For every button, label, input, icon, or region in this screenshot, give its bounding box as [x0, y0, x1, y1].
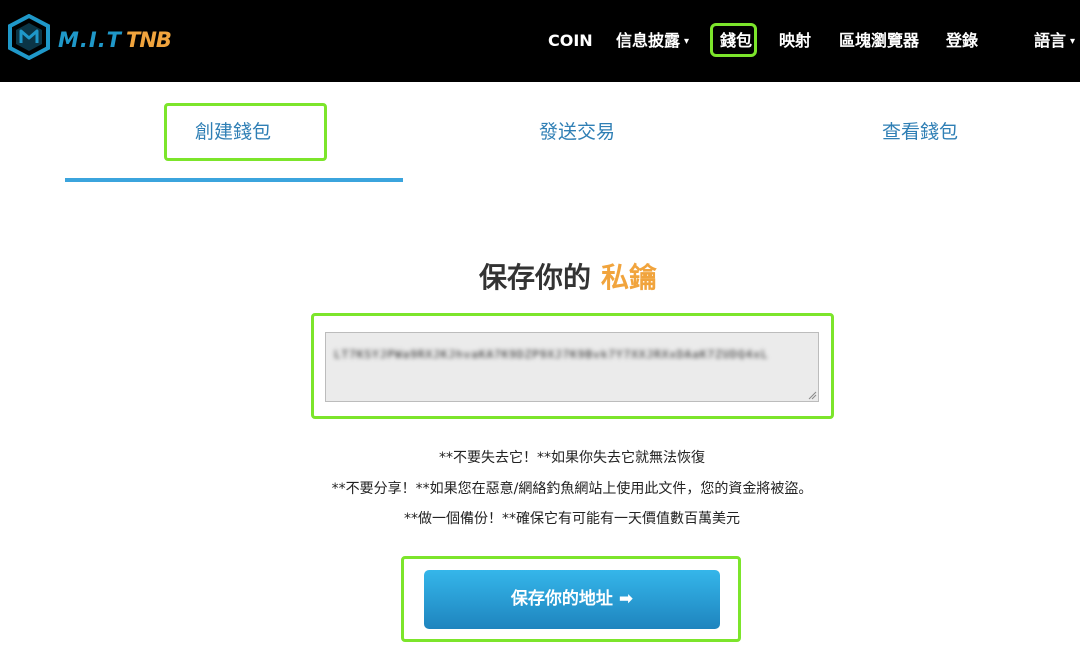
site-logo[interactable]: M.I.T TNB	[8, 14, 172, 66]
private-key-value: LT7KSYJPWa9RXJKJhvaKA7K9DZP9XJ7K9Bvk7Y7X…	[334, 348, 769, 361]
nav-wallet-label: 錢包	[720, 31, 753, 50]
nav-language[interactable]: 語言 ▾	[1034, 28, 1075, 54]
nav-disclosure-label: 信息披露	[616, 31, 681, 50]
logo-cube-icon	[8, 14, 50, 60]
tab-view-wallet[interactable]: 查看錢包	[882, 115, 958, 149]
top-nav-bar: M.I.T TNB COIN 信息披露 ▾ 錢包 映射 區塊瀏覽器 登錄 語言 ▾	[0, 0, 1080, 82]
logo-mit: M.I.T	[58, 28, 122, 52]
tab-create-wallet[interactable]: 創建錢包	[195, 115, 271, 149]
nav-block-explorer[interactable]: 區塊瀏覽器	[839, 28, 919, 54]
private-key-textarea[interactable]: LT7KSYJPWa9RXJKJhvaKA7K9DZP9XJ7K9Bvk7Y7X…	[325, 332, 819, 402]
logo-tnb: TNB	[126, 28, 172, 52]
save-address-button[interactable]: 保存你的地址 ➡	[424, 570, 720, 629]
nav-disclosure[interactable]: 信息披露 ▾	[616, 28, 689, 54]
nav-coin-label: COIN	[548, 31, 593, 50]
active-tab-underline	[65, 178, 403, 182]
resize-handle-icon[interactable]	[808, 391, 817, 400]
nav-mapping[interactable]: 映射	[779, 28, 811, 54]
nav-wallet[interactable]: 錢包	[720, 28, 752, 54]
warning-dont-lose: **不要失去它！**如果你失去它就無法恢復	[439, 450, 705, 466]
save-address-label: 保存你的地址	[510, 589, 613, 609]
page-title-accent: 私鑰	[601, 261, 658, 294]
logo-text: M.I.T TNB	[58, 28, 172, 52]
nav-language-label: 語言	[1034, 31, 1067, 50]
nav-login[interactable]: 登錄	[946, 28, 978, 54]
chevron-down-icon: ▾	[684, 35, 690, 47]
warning-dont-share: **不要分享！**如果您在惡意/網絡釣魚網站上使用此文件，您的資金將被盜。	[331, 481, 813, 497]
nav-login-label: 登錄	[946, 31, 979, 50]
page-title: 保存你的 私鑰	[0, 256, 1080, 296]
nav-mapping-label: 映射	[779, 31, 812, 50]
chevron-down-icon: ▾	[1070, 35, 1076, 47]
nav-block-explorer-label: 區塊瀏覽器	[839, 31, 920, 50]
warning-backup: **做一個備份！**確保它有可能有一天價值數百萬美元	[404, 511, 740, 527]
arrow-right-icon: ➡	[618, 589, 634, 609]
page-title-prefix: 保存你的	[478, 261, 591, 294]
nav-coin[interactable]: COIN	[548, 28, 593, 54]
tab-send-transaction[interactable]: 發送交易	[539, 115, 615, 149]
